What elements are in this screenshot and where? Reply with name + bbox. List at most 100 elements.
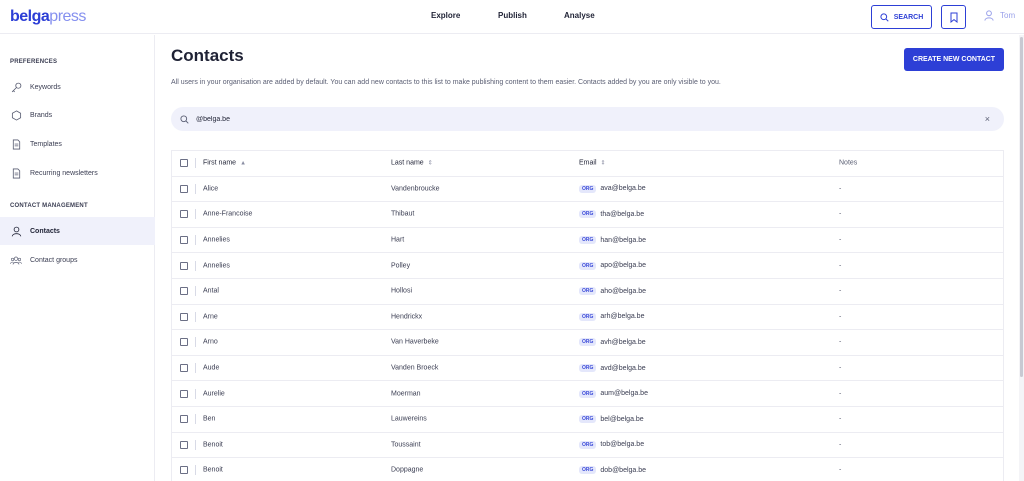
- scrollbar-thumb[interactable]: [1020, 37, 1023, 377]
- column-divider: [195, 158, 196, 169]
- sidebar-item-label: Contact groups: [30, 256, 78, 264]
- email-link[interactable]: tob@belga.be: [600, 441, 644, 448]
- sidebar-item-contacts[interactable]: Contacts: [0, 217, 155, 245]
- column-divider: [195, 260, 196, 271]
- email-link[interactable]: aho@belga.be: [600, 288, 646, 295]
- cell-email: ORG dob@belga.be: [579, 466, 646, 475]
- nav-publish[interactable]: Publish: [498, 11, 527, 20]
- clear-search-icon[interactable]: ×: [985, 114, 990, 124]
- row-checkbox[interactable]: [180, 287, 188, 296]
- row-checkbox[interactable]: [180, 236, 188, 245]
- sidebar-item-label: Recurring newsletters: [30, 169, 98, 177]
- org-badge: ORG: [579, 184, 597, 193]
- cell-notes: -: [839, 466, 842, 474]
- row-checkbox[interactable]: [180, 364, 188, 373]
- sidebar-item-label: Keywords: [30, 83, 61, 91]
- row-checkbox[interactable]: [180, 261, 188, 270]
- cell-notes: -: [839, 338, 842, 346]
- row-checkbox[interactable]: [180, 415, 188, 424]
- row-checkbox[interactable]: [180, 210, 188, 219]
- nav-explore[interactable]: Explore: [431, 11, 460, 20]
- row-checkbox[interactable]: [180, 312, 188, 321]
- org-badge: ORG: [579, 338, 597, 347]
- user-menu[interactable]: Tom: [984, 10, 1015, 21]
- table-row[interactable]: Ben Lauwereins ORG bel@belga.be -: [172, 407, 1003, 433]
- top-header: belgapress Explore Publish Analyse SEARC…: [0, 0, 1024, 34]
- email-link[interactable]: han@belga.be: [600, 237, 646, 244]
- cell-email: ORG tha@belga.be: [579, 210, 644, 219]
- user-icon: [984, 10, 994, 21]
- column-divider: [195, 183, 196, 194]
- table-row[interactable]: Alice Vandenbroucke ORG ava@belga.be -: [172, 177, 1003, 203]
- nav-analyse[interactable]: Analyse: [564, 11, 595, 20]
- email-link[interactable]: avh@belga.be: [600, 339, 645, 346]
- cell-email: ORG avh@belga.be: [579, 338, 646, 347]
- email-link[interactable]: apo@belga.be: [600, 262, 646, 269]
- sidebar-item-contact-groups[interactable]: Contact groups: [0, 246, 155, 274]
- row-checkbox[interactable]: [180, 440, 188, 449]
- column-divider: [195, 209, 196, 220]
- org-badge: ORG: [579, 261, 597, 270]
- cell-last-name: Toussaint: [391, 441, 421, 449]
- cell-first-name: Annelies: [203, 262, 230, 270]
- email-link[interactable]: bel@belga.be: [600, 416, 643, 423]
- column-divider: [195, 465, 196, 476]
- contact-search-bar: ×: [171, 107, 1004, 131]
- table-row[interactable]: Arno Van Haverbeke ORG avh@belga.be -: [172, 330, 1003, 356]
- sidebar-item-recurring-newsletters[interactable]: Recurring newsletters: [0, 159, 155, 187]
- search-icon: [880, 12, 889, 22]
- contacts-table: First name ▲ Last name ⇕ Email ⇕ Notes Alic…: [171, 150, 1004, 481]
- email-link[interactable]: ava@belga.be: [600, 185, 645, 192]
- cell-first-name: Annelies: [203, 236, 230, 244]
- email-link[interactable]: aum@belga.be: [600, 390, 648, 397]
- column-header-email[interactable]: Email ⇕: [579, 160, 606, 167]
- cell-email: ORG bel@belga.be: [579, 415, 644, 424]
- cell-first-name: Arno: [203, 338, 218, 346]
- row-checkbox[interactable]: [180, 389, 188, 398]
- table-row[interactable]: Annelies Hart ORG han@belga.be -: [172, 228, 1003, 254]
- table-row[interactable]: Annelies Polley ORG apo@belga.be -: [172, 253, 1003, 279]
- table-row[interactable]: Anne-Francoise Thibaut ORG tha@belga.be -: [172, 202, 1003, 228]
- belgapress-logo[interactable]: belgapress: [10, 8, 86, 26]
- column-header-first-name[interactable]: First name ▲: [203, 160, 246, 167]
- cell-last-name: Thibaut: [391, 210, 415, 218]
- email-link[interactable]: tha@belga.be: [600, 211, 644, 218]
- sidebar-item-brands[interactable]: Brands: [0, 101, 155, 129]
- select-all-checkbox[interactable]: [180, 159, 188, 168]
- column-divider: [195, 439, 196, 450]
- contacts-table-body: Alice Vandenbroucke ORG ava@belga.be - Anne-F…: [172, 177, 1003, 481]
- column-divider: [195, 388, 196, 399]
- bookmarks-button[interactable]: [941, 5, 966, 29]
- table-row[interactable]: Arne Hendrickx ORG arh@belga.be -: [172, 305, 1003, 331]
- column-header-last-name[interactable]: Last name ⇕: [391, 160, 433, 167]
- cell-last-name: Hendrickx: [391, 313, 423, 321]
- table-row[interactable]: Benoit Toussaint ORG tob@belga.be -: [172, 433, 1003, 459]
- table-row[interactable]: Aurelie Moerman ORG aum@belga.be -: [172, 381, 1003, 407]
- row-checkbox[interactable]: [180, 184, 188, 193]
- cell-notes: -: [839, 210, 842, 218]
- cell-first-name: Aurelie: [203, 390, 225, 398]
- search-button-label: SEARCH: [893, 13, 924, 21]
- create-new-contact-button[interactable]: CREATE NEW CONTACT: [904, 48, 1004, 71]
- email-link[interactable]: dob@belga.be: [600, 467, 646, 474]
- row-checkbox[interactable]: [180, 338, 188, 347]
- row-checkbox[interactable]: [180, 466, 188, 475]
- column-header-notes: Notes: [839, 159, 858, 167]
- table-row[interactable]: Benoit Doppagne ORG dob@belga.be -: [172, 458, 1003, 481]
- cell-last-name: Polley: [391, 262, 411, 270]
- table-row[interactable]: Aude Vanden Broeck ORG avd@belga.be -: [172, 356, 1003, 382]
- contact-search-input[interactable]: [196, 115, 985, 123]
- sidebar-item-templates[interactable]: Templates: [0, 130, 155, 158]
- sidebar-item-keywords[interactable]: Keywords: [0, 73, 155, 101]
- table-row[interactable]: Antal Hollosi ORG aho@belga.be -: [172, 279, 1003, 305]
- search-button[interactable]: SEARCH: [871, 5, 932, 29]
- org-badge: ORG: [579, 466, 597, 475]
- cell-first-name: Benoit: [203, 466, 223, 474]
- page-scrollbar[interactable]: [1019, 35, 1024, 481]
- bookmark-icon: [950, 12, 957, 23]
- cell-notes: -: [839, 364, 842, 372]
- cell-notes: -: [839, 236, 842, 244]
- email-link[interactable]: arh@belga.be: [600, 313, 644, 320]
- cell-notes: -: [839, 185, 842, 193]
- email-link[interactable]: avd@belga.be: [600, 365, 645, 372]
